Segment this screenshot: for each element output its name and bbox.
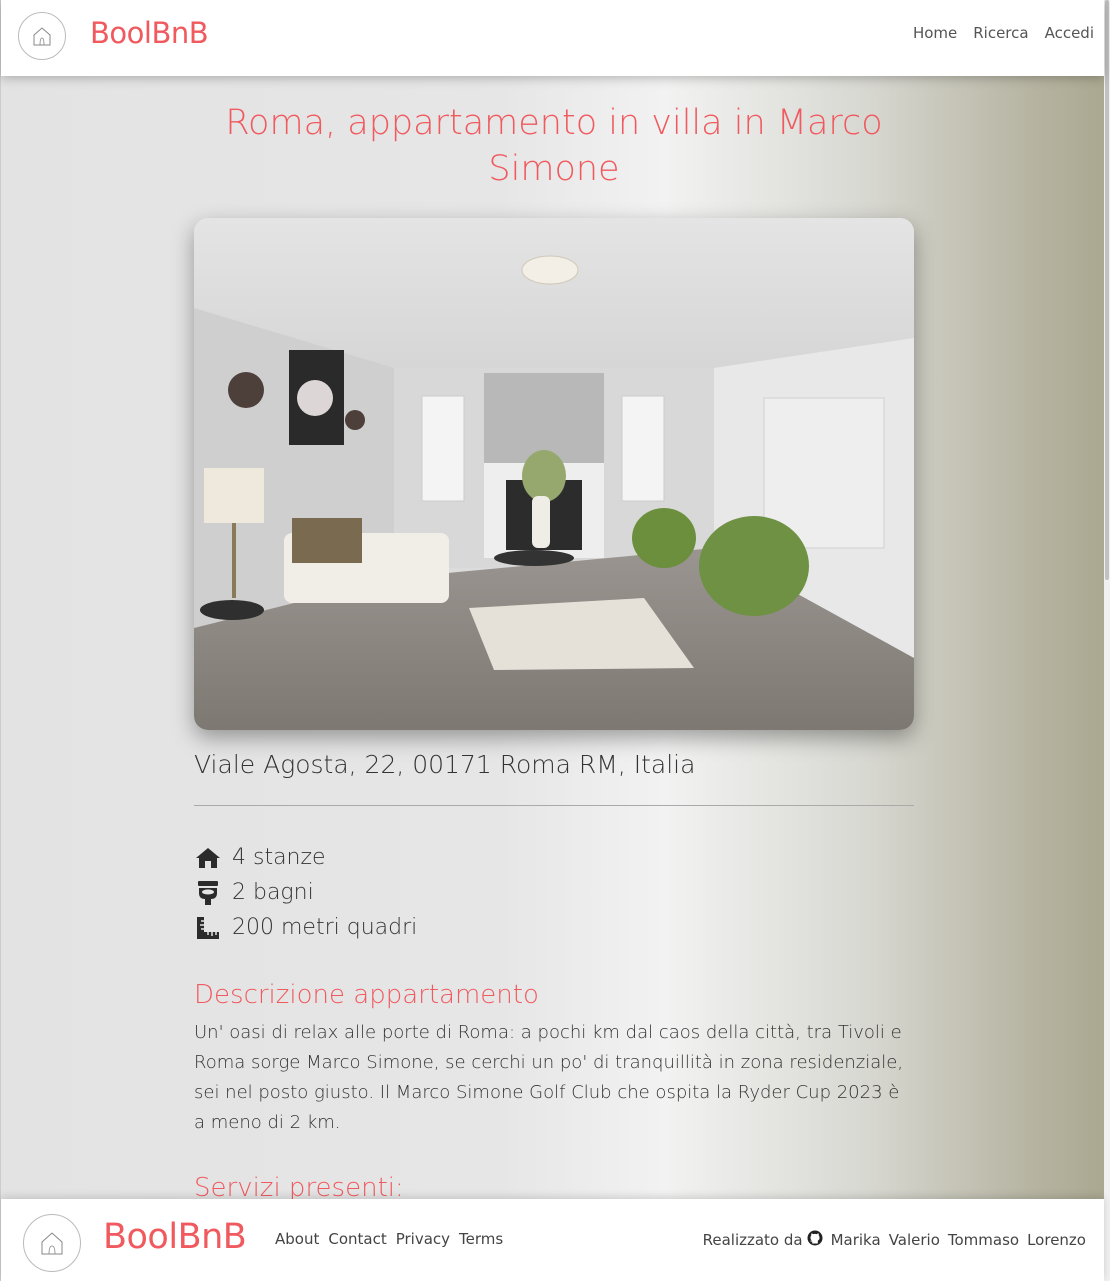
feature-bathrooms: 2 bagni [194,875,417,910]
footer-nav: About Contact Privacy Terms [275,1230,503,1248]
description-heading: Descrizione appartamento [194,980,539,1010]
author-link-marika[interactable]: Marika [831,1231,881,1249]
logo-icon[interactable] [18,12,66,60]
listing-detail: Roma, appartamento in villa in Marco Sim… [194,100,914,1203]
scrollbar-thumb[interactable] [1105,0,1109,580]
nav-home[interactable]: Home [913,24,957,42]
divider [194,805,914,806]
github-icon[interactable] [807,1230,823,1250]
features-list: 4 stanze 2 bagni 200 metri quadri [194,840,417,945]
main-nav: Home Ricerca Accedi [913,24,1094,42]
author-link-lorenzo[interactable]: Lorenzo [1027,1231,1086,1249]
footer-link-contact[interactable]: Contact [328,1230,386,1248]
footer-link-privacy[interactable]: Privacy [396,1230,450,1248]
house-icon [194,844,222,872]
listing-title: Roma, appartamento in villa in Marco Sim… [225,103,883,189]
nav-accedi[interactable]: Accedi [1045,24,1094,42]
navbar: BoolBnB Home Ricerca Accedi [1,0,1104,76]
author-link-valerio[interactable]: Valerio [889,1231,940,1249]
toilet-icon [194,879,222,907]
author-link-tommaso[interactable]: Tommaso [948,1231,1019,1249]
nav-ricerca[interactable]: Ricerca [973,24,1028,42]
credits: Realizzato da Marika Valerio Tommaso Lor… [703,1230,1086,1250]
footer: BoolBnB About Contact Privacy Terms Real… [1,1199,1104,1281]
credits-label: Realizzato da [702,1231,803,1249]
ruler-icon [194,914,222,942]
footer-link-about[interactable]: About [275,1230,319,1248]
area-label: 200 metri quadri [232,915,418,940]
footer-logo-icon[interactable] [23,1214,81,1272]
footer-brand-name[interactable]: BoolBnB [103,1217,247,1257]
footer-link-terms[interactable]: Terms [459,1230,503,1248]
brand-name[interactable]: BoolBnB [90,16,209,50]
rooms-label: 4 stanze [232,845,326,870]
listing-photo [194,218,914,730]
feature-rooms: 4 stanze [194,840,417,875]
feature-area: 200 metri quadri [194,910,417,945]
description-text: Un' oasi di relax alle porte di Roma: a … [194,1022,904,1133]
listing-address: Viale Agosta, 22, 00171 Roma RM, Italia [194,750,696,779]
bathrooms-label: 2 bagni [232,880,314,905]
